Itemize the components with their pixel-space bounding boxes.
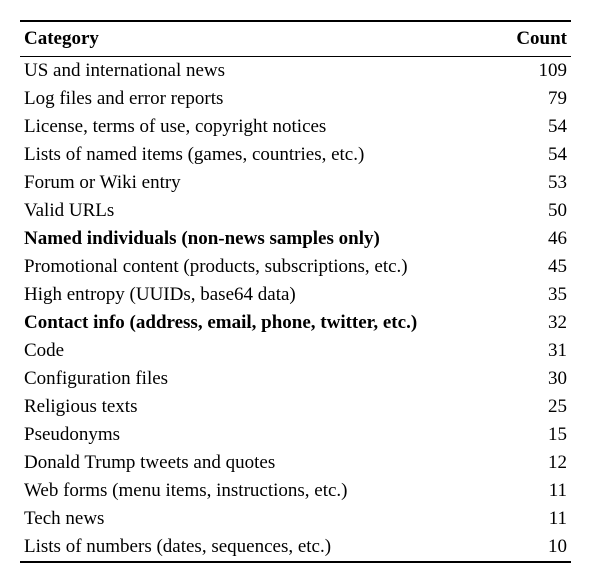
table-row: US and international news109	[20, 57, 571, 86]
cell-category: Valid URLs	[20, 197, 501, 225]
cell-count: 45	[501, 253, 571, 281]
cell-count: 12	[501, 449, 571, 477]
cell-category: Contact info (address, email, phone, twi…	[20, 309, 501, 337]
table-row: Log files and error reports79	[20, 85, 571, 113]
table-row: Promotional content (products, subscript…	[20, 253, 571, 281]
cell-category: Lists of named items (games, countries, …	[20, 141, 501, 169]
table-row: License, terms of use, copyright notices…	[20, 113, 571, 141]
cell-category: High entropy (UUIDs, base64 data)	[20, 281, 501, 309]
header-category: Category	[20, 21, 501, 57]
cell-count: 32	[501, 309, 571, 337]
cell-count: 11	[501, 505, 571, 533]
table-header-row: Category Count	[20, 21, 571, 57]
table-row: High entropy (UUIDs, base64 data)35	[20, 281, 571, 309]
cell-count: 54	[501, 113, 571, 141]
table-row: Named individuals (non-news samples only…	[20, 225, 571, 253]
cell-count: 109	[501, 57, 571, 86]
table-row: Tech news11	[20, 505, 571, 533]
cell-category: Named individuals (non-news samples only…	[20, 225, 501, 253]
cell-category: Religious texts	[20, 393, 501, 421]
cell-category: Forum or Wiki entry	[20, 169, 501, 197]
table-row: Code31	[20, 337, 571, 365]
cell-count: 35	[501, 281, 571, 309]
cell-category: Configuration files	[20, 365, 501, 393]
cell-count: 25	[501, 393, 571, 421]
table-row: Contact info (address, email, phone, twi…	[20, 309, 571, 337]
cell-category: Lists of numbers (dates, sequences, etc.…	[20, 533, 501, 562]
cell-count: 54	[501, 141, 571, 169]
table-row: Pseudonyms15	[20, 421, 571, 449]
cell-category: Web forms (menu items, instructions, etc…	[20, 477, 501, 505]
cell-count: 10	[501, 533, 571, 562]
cell-category: Pseudonyms	[20, 421, 501, 449]
table: Category Count US and international news…	[20, 20, 571, 563]
cell-count: 15	[501, 421, 571, 449]
table-row: Religious texts25	[20, 393, 571, 421]
table-row: Configuration files30	[20, 365, 571, 393]
table-row: Forum or Wiki entry53	[20, 169, 571, 197]
cell-category: Tech news	[20, 505, 501, 533]
cell-category: Log files and error reports	[20, 85, 501, 113]
table-row: Donald Trump tweets and quotes12	[20, 449, 571, 477]
table-row: Lists of named items (games, countries, …	[20, 141, 571, 169]
cell-category: License, terms of use, copyright notices	[20, 113, 501, 141]
table-row: Lists of numbers (dates, sequences, etc.…	[20, 533, 571, 562]
cell-count: 30	[501, 365, 571, 393]
table-row: Valid URLs50	[20, 197, 571, 225]
cell-count: 79	[501, 85, 571, 113]
cell-count: 11	[501, 477, 571, 505]
table-body: US and international news109Log files an…	[20, 57, 571, 563]
cell-category: US and international news	[20, 57, 501, 86]
table-row: Web forms (menu items, instructions, etc…	[20, 477, 571, 505]
header-count: Count	[501, 21, 571, 57]
cell-category: Donald Trump tweets and quotes	[20, 449, 501, 477]
cell-count: 31	[501, 337, 571, 365]
cell-category: Code	[20, 337, 501, 365]
cell-count: 53	[501, 169, 571, 197]
cell-count: 46	[501, 225, 571, 253]
cell-category: Promotional content (products, subscript…	[20, 253, 501, 281]
cell-count: 50	[501, 197, 571, 225]
category-count-table: Category Count US and international news…	[20, 20, 571, 563]
